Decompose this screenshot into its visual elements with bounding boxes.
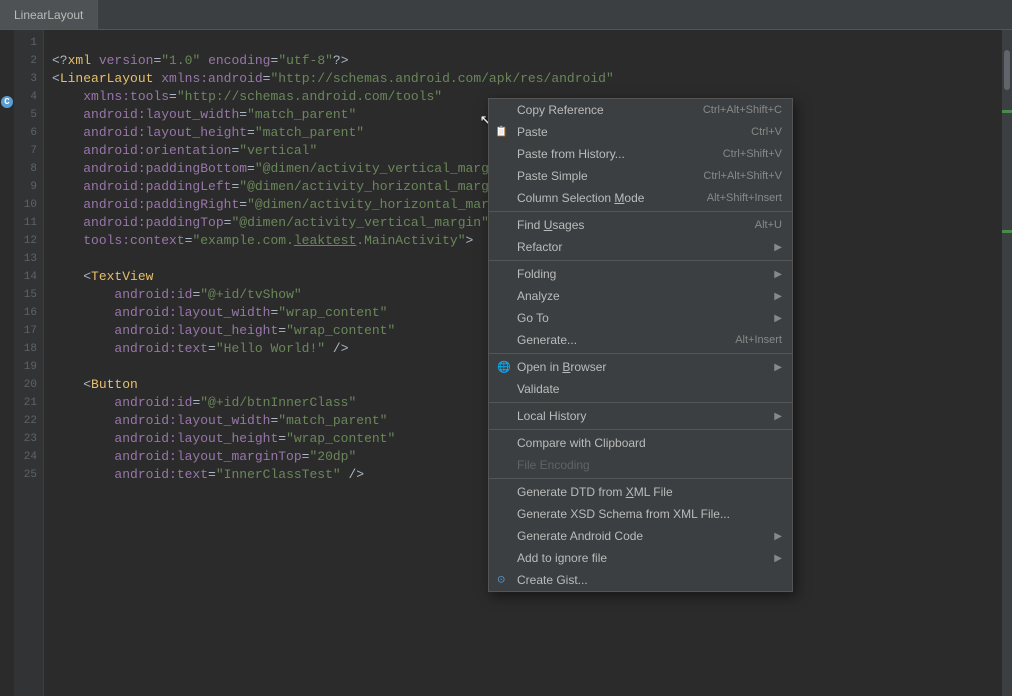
indicator-dot: C	[1, 96, 13, 108]
menu-label-compare-clipboard: Compare with Clipboard	[517, 436, 646, 450]
menu-shortcut-generate: Alt+Insert	[735, 334, 782, 346]
menu-shortcut-copy-reference: Ctrl+Alt+Shift+C	[703, 104, 782, 116]
menu-label-find-usages: Find Usages	[517, 218, 584, 232]
menu-label-generate: Generate...	[517, 333, 577, 347]
menu-shortcut-paste-history: Ctrl+Shift+V	[723, 148, 782, 160]
goto-arrow-icon: ▶	[774, 313, 782, 324]
folding-arrow-icon: ▶	[774, 269, 782, 280]
scrollbar-thumb[interactable]	[1004, 50, 1010, 90]
line-numbers: 12345 678910 1112131415 1617181920 21222…	[14, 30, 44, 696]
menu-label-file-encoding: File Encoding	[517, 458, 590, 472]
editor: LinearLayout C 12345 678910 1112131415 1…	[0, 0, 1012, 696]
menu-item-paste-history[interactable]: Paste from History... Ctrl+Shift+V	[489, 143, 792, 165]
menu-item-gen-xsd[interactable]: Generate XSD Schema from XML File...	[489, 503, 792, 525]
menu-item-file-encoding: File Encoding	[489, 454, 792, 476]
menu-label-folding: Folding	[517, 267, 556, 281]
menu-label-gen-android: Generate Android Code	[517, 529, 643, 543]
paste-icon: 📋	[495, 127, 507, 138]
menu-separator-1	[489, 211, 792, 212]
gen-android-arrow-icon: ▶	[774, 531, 782, 542]
menu-label-analyze: Analyze	[517, 289, 560, 303]
globe-icon: 🌐	[497, 361, 511, 374]
menu-shortcut-column-mode: Alt+Shift+Insert	[707, 192, 782, 204]
menu-separator-6	[489, 478, 792, 479]
menu-item-gen-dtd[interactable]: Generate DTD from XML File	[489, 481, 792, 503]
refactor-arrow-icon: ▶	[774, 242, 782, 253]
menu-item-compare-clipboard[interactable]: Compare with Clipboard	[489, 432, 792, 454]
menu-item-create-gist[interactable]: ⊙ Create Gist...	[489, 569, 792, 591]
menu-shortcut-find-usages: Alt+U	[755, 219, 782, 231]
code-line-2: <?xml version="1.0" encoding="utf-8"?>	[52, 52, 994, 70]
menu-item-goto[interactable]: Go To ▶	[489, 307, 792, 329]
menu-item-validate[interactable]: Validate	[489, 378, 792, 400]
menu-item-open-browser[interactable]: 🌐 Open in Browser ▶	[489, 356, 792, 378]
tab-bar: LinearLayout	[0, 0, 1012, 30]
menu-item-paste-simple[interactable]: Paste Simple Ctrl+Alt+Shift+V	[489, 165, 792, 187]
menu-label-copy-reference: Copy Reference	[517, 103, 604, 117]
local-history-arrow-icon: ▶	[774, 411, 782, 422]
browser-arrow-icon: ▶	[774, 362, 782, 373]
menu-label-local-history: Local History	[517, 409, 586, 423]
menu-label-validate: Validate	[517, 382, 559, 396]
scrollbar[interactable]	[1002, 30, 1012, 696]
menu-label-goto: Go To	[517, 311, 549, 325]
menu-label-gen-dtd: Generate DTD from XML File	[517, 485, 673, 499]
code-line-3: <LinearLayout xmlns:android="http://sche…	[52, 70, 994, 88]
left-indicator: C	[0, 30, 14, 696]
menu-separator-2	[489, 260, 792, 261]
scrollbar-marker-1	[1002, 110, 1012, 113]
menu-item-generate[interactable]: Generate... Alt+Insert	[489, 329, 792, 351]
menu-separator-5	[489, 429, 792, 430]
menu-item-copy-reference[interactable]: Copy Reference Ctrl+Alt+Shift+C	[489, 99, 792, 121]
menu-shortcut-paste-simple: Ctrl+Alt+Shift+V	[703, 170, 782, 182]
menu-label-gen-xsd: Generate XSD Schema from XML File...	[517, 507, 730, 521]
menu-separator-3	[489, 353, 792, 354]
menu-label-create-gist: Create Gist...	[517, 573, 588, 587]
menu-item-local-history[interactable]: Local History ▶	[489, 405, 792, 427]
analyze-arrow-icon: ▶	[774, 291, 782, 302]
menu-label-column-mode: Column Selection Mode	[517, 191, 644, 205]
menu-label-paste-history: Paste from History...	[517, 147, 625, 161]
menu-separator-4	[489, 402, 792, 403]
menu-item-add-ignore[interactable]: Add to ignore file ▶	[489, 547, 792, 569]
code-line-1	[52, 34, 994, 52]
gist-icon: ⊙	[497, 575, 505, 586]
menu-label-paste-simple: Paste Simple	[517, 169, 588, 183]
editor-tab[interactable]: LinearLayout	[0, 0, 98, 29]
menu-label-add-ignore: Add to ignore file	[517, 551, 607, 565]
menu-item-folding[interactable]: Folding ▶	[489, 263, 792, 285]
menu-item-gen-android[interactable]: Generate Android Code ▶	[489, 525, 792, 547]
menu-label-refactor: Refactor	[517, 240, 562, 254]
menu-item-column-mode[interactable]: Column Selection Mode Alt+Shift+Insert	[489, 187, 792, 209]
menu-label-paste: Paste	[517, 125, 548, 139]
context-menu: Copy Reference Ctrl+Alt+Shift+C 📋 Paste …	[488, 98, 793, 592]
menu-shortcut-paste: Ctrl+V	[751, 126, 782, 138]
menu-item-analyze[interactable]: Analyze ▶	[489, 285, 792, 307]
menu-label-open-browser: Open in Browser	[517, 360, 606, 374]
menu-item-find-usages[interactable]: Find Usages Alt+U	[489, 214, 792, 236]
add-ignore-arrow-icon: ▶	[774, 553, 782, 564]
menu-item-paste[interactable]: 📋 Paste Ctrl+V	[489, 121, 792, 143]
scrollbar-marker-2	[1002, 230, 1012, 233]
tab-label: LinearLayout	[14, 8, 83, 22]
menu-item-refactor[interactable]: Refactor ▶	[489, 236, 792, 258]
